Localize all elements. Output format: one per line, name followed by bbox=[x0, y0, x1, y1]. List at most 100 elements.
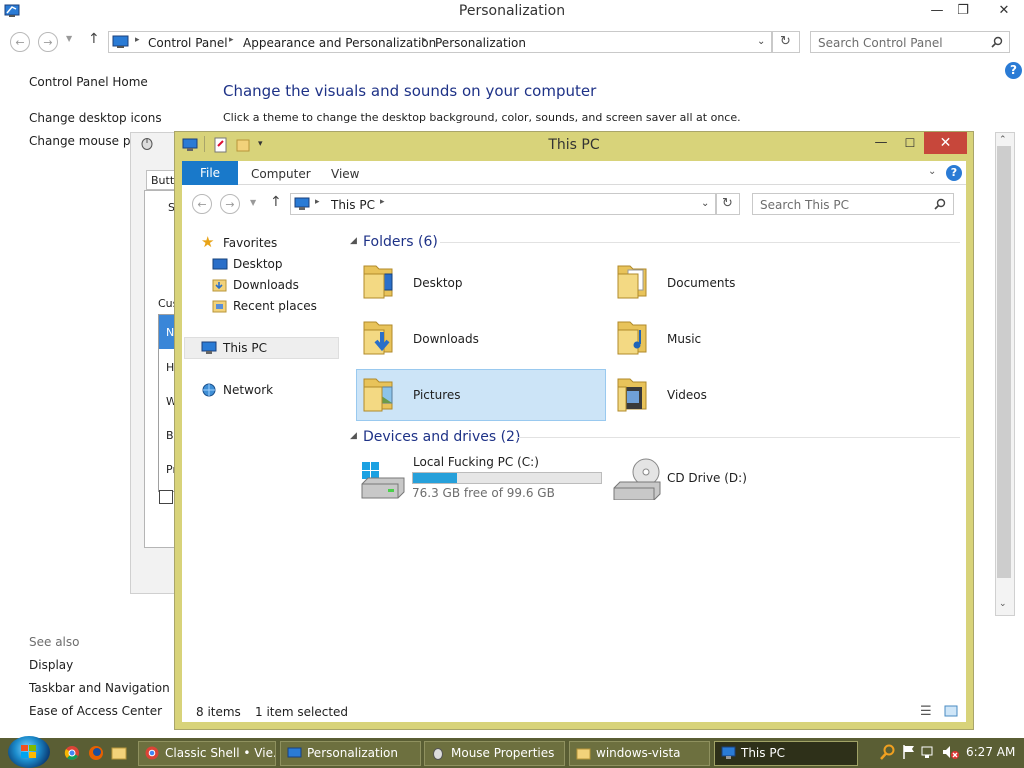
folder-music-label[interactable]: Music bbox=[667, 332, 701, 346]
cp-refresh-button[interactable]: ↻ bbox=[772, 31, 800, 53]
status-item-count: 8 items bbox=[196, 705, 241, 719]
this-pc-icon bbox=[201, 341, 217, 354]
ex-forward-button[interactable]: → bbox=[220, 194, 240, 214]
drive-c-label[interactable]: Local Fucking PC (C:) bbox=[413, 455, 539, 469]
pointer-shadow-checkbox[interactable] bbox=[159, 490, 173, 504]
details-view-icon[interactable]: ☰ bbox=[920, 704, 932, 719]
nav-favorites[interactable]: Favorites bbox=[223, 236, 277, 250]
explorer-close-button[interactable]: ✕ bbox=[924, 132, 967, 154]
scroll-up-icon[interactable]: ⌃ bbox=[999, 135, 1007, 145]
ex-back-button[interactable]: ← bbox=[192, 194, 212, 214]
see-also-taskbar[interactable]: Taskbar and Navigation bbox=[29, 681, 170, 695]
explorer-maximize-button[interactable]: ☐ bbox=[896, 132, 924, 154]
desktop-folder-icon[interactable] bbox=[362, 260, 396, 300]
taskbar-personalization[interactable]: Personalization bbox=[280, 741, 421, 766]
breadcrumb-separator-icon: ▸ bbox=[380, 197, 385, 207]
devices-group-header[interactable]: Devices and drives (2) bbox=[363, 429, 520, 445]
star-icon: ★ bbox=[201, 233, 215, 251]
ex-recent-dropdown-icon[interactable]: ▼ bbox=[250, 198, 256, 207]
nav-desktop[interactable]: Desktop bbox=[233, 257, 283, 271]
sidebar-link-mouse-pointers[interactable]: Change mouse poi bbox=[29, 134, 141, 148]
recent-places-icon bbox=[212, 300, 227, 313]
tab-file[interactable]: File bbox=[182, 161, 238, 185]
cp-recent-dropdown-icon[interactable]: ▼ bbox=[66, 34, 72, 43]
group-collapse-icon[interactable]: ◢ bbox=[350, 431, 357, 441]
folder-pictures-label[interactable]: Pictures bbox=[413, 388, 461, 402]
control-panel-icon bbox=[287, 747, 302, 758]
taskbar-windows-vista[interactable]: windows-vista bbox=[569, 741, 710, 766]
chevron-down-icon[interactable]: ⌄ bbox=[701, 198, 709, 209]
cp-forward-button[interactable]: → bbox=[38, 32, 58, 52]
nav-downloads[interactable]: Downloads bbox=[233, 278, 299, 292]
pointer-item[interactable]: N bbox=[166, 326, 174, 339]
file-explorer-icon[interactable] bbox=[111, 745, 127, 761]
cp-close-button[interactable]: ✕ bbox=[984, 0, 1024, 22]
folders-group-header[interactable]: Folders (6) bbox=[363, 234, 438, 250]
help-icon[interactable]: ? bbox=[946, 165, 962, 181]
folder-downloads-label[interactable]: Downloads bbox=[413, 332, 479, 346]
sidebar-link-desktop-icons[interactable]: Change desktop icons bbox=[29, 111, 162, 125]
folder-videos-label[interactable]: Videos bbox=[667, 388, 707, 402]
firefox-icon[interactable] bbox=[88, 745, 104, 761]
network-status-icon[interactable] bbox=[921, 744, 937, 760]
status-bar: 8 items 1 item selected ☰ bbox=[182, 702, 966, 722]
cp-scrollbar-thumb[interactable] bbox=[997, 146, 1011, 578]
cp-titlebar[interactable]: Personalization — ❐ ✕ bbox=[0, 0, 1024, 24]
taskbar-this-pc[interactable]: This PC bbox=[714, 741, 858, 766]
search-icon[interactable] bbox=[880, 744, 896, 760]
ex-address-bar[interactable]: ▸ This PC ▸ ⌄ bbox=[290, 193, 716, 215]
scroll-down-icon[interactable]: ⌄ bbox=[999, 599, 1007, 609]
taskbar-mouse-properties[interactable]: Mouse Properties bbox=[424, 741, 565, 766]
breadcrumb-control-panel[interactable]: Control Panel bbox=[148, 36, 228, 50]
cd-drive-icon[interactable] bbox=[612, 456, 664, 500]
pictures-folder-icon[interactable] bbox=[362, 373, 396, 413]
cp-address-bar[interactable]: ▸ Control Panel ▸ Appearance and Persona… bbox=[108, 31, 772, 53]
ex-search-input[interactable]: Search This PC bbox=[752, 193, 954, 215]
help-icon[interactable]: ? bbox=[1005, 62, 1022, 79]
chrome-icon[interactable] bbox=[64, 745, 80, 761]
breadcrumb-appearance[interactable]: Appearance and Personalization bbox=[243, 36, 436, 50]
ex-up-button[interactable]: ↑ bbox=[270, 194, 282, 210]
documents-folder-icon[interactable] bbox=[616, 260, 650, 300]
tab-computer[interactable]: Computer bbox=[251, 167, 311, 181]
ex-refresh-button[interactable]: ↻ bbox=[716, 193, 740, 215]
breadcrumb-personalization[interactable]: Personalization bbox=[435, 36, 526, 50]
tab-view[interactable]: View bbox=[331, 167, 359, 181]
nav-recent-places[interactable]: Recent places bbox=[233, 299, 317, 313]
cp-restore-button[interactable]: ❐ bbox=[946, 0, 980, 22]
start-button[interactable] bbox=[8, 736, 50, 768]
explorer-title: This PC bbox=[548, 137, 600, 153]
see-also-display[interactable]: Display bbox=[29, 658, 73, 672]
cp-up-button[interactable]: ↑ bbox=[88, 31, 100, 47]
hard-drive-icon[interactable] bbox=[358, 458, 408, 500]
videos-folder-icon[interactable] bbox=[616, 373, 650, 413]
taskbar-classic-shell[interactable]: Classic Shell • Vie... bbox=[138, 741, 276, 766]
chevron-down-icon[interactable]: ⌄ bbox=[757, 36, 765, 47]
folder-desktop-label[interactable]: Desktop bbox=[413, 276, 463, 290]
downloads-folder-icon[interactable] bbox=[362, 316, 396, 356]
sidebar-link-home[interactable]: Control Panel Home bbox=[29, 75, 148, 89]
large-icons-view-icon[interactable] bbox=[944, 705, 958, 717]
cp-search-input[interactable]: Search Control Panel bbox=[810, 31, 1010, 53]
ex-breadcrumb-this-pc[interactable]: This PC bbox=[331, 198, 375, 212]
nav-network[interactable]: Network bbox=[223, 383, 273, 397]
folder-documents-label[interactable]: Documents bbox=[667, 276, 735, 290]
ex-search-placeholder: Search This PC bbox=[760, 198, 849, 212]
taskbar-clock[interactable]: 6:27 AM bbox=[966, 745, 1015, 759]
explorer-minimize-button[interactable]: — bbox=[866, 132, 896, 154]
mouse-icon bbox=[433, 748, 443, 760]
music-folder-icon[interactable] bbox=[616, 316, 650, 356]
search-icon bbox=[934, 198, 946, 210]
drive-d-label[interactable]: CD Drive (D:) bbox=[667, 471, 747, 485]
volume-muted-icon[interactable] bbox=[942, 744, 960, 760]
see-also-ease-of-access[interactable]: Ease of Access Center bbox=[29, 704, 162, 718]
pointer-item[interactable]: B bbox=[166, 429, 174, 442]
ribbon-expand-icon[interactable]: ⌄ bbox=[928, 166, 936, 177]
nav-this-pc[interactable]: This PC bbox=[223, 341, 267, 355]
status-selected-count: 1 item selected bbox=[255, 705, 349, 719]
action-center-flag-icon[interactable] bbox=[902, 744, 916, 760]
cp-back-button[interactable]: ← bbox=[10, 32, 30, 52]
group-collapse-icon[interactable]: ◢ bbox=[350, 236, 357, 246]
explorer-body bbox=[182, 161, 966, 722]
see-also-label: See also bbox=[29, 635, 80, 649]
